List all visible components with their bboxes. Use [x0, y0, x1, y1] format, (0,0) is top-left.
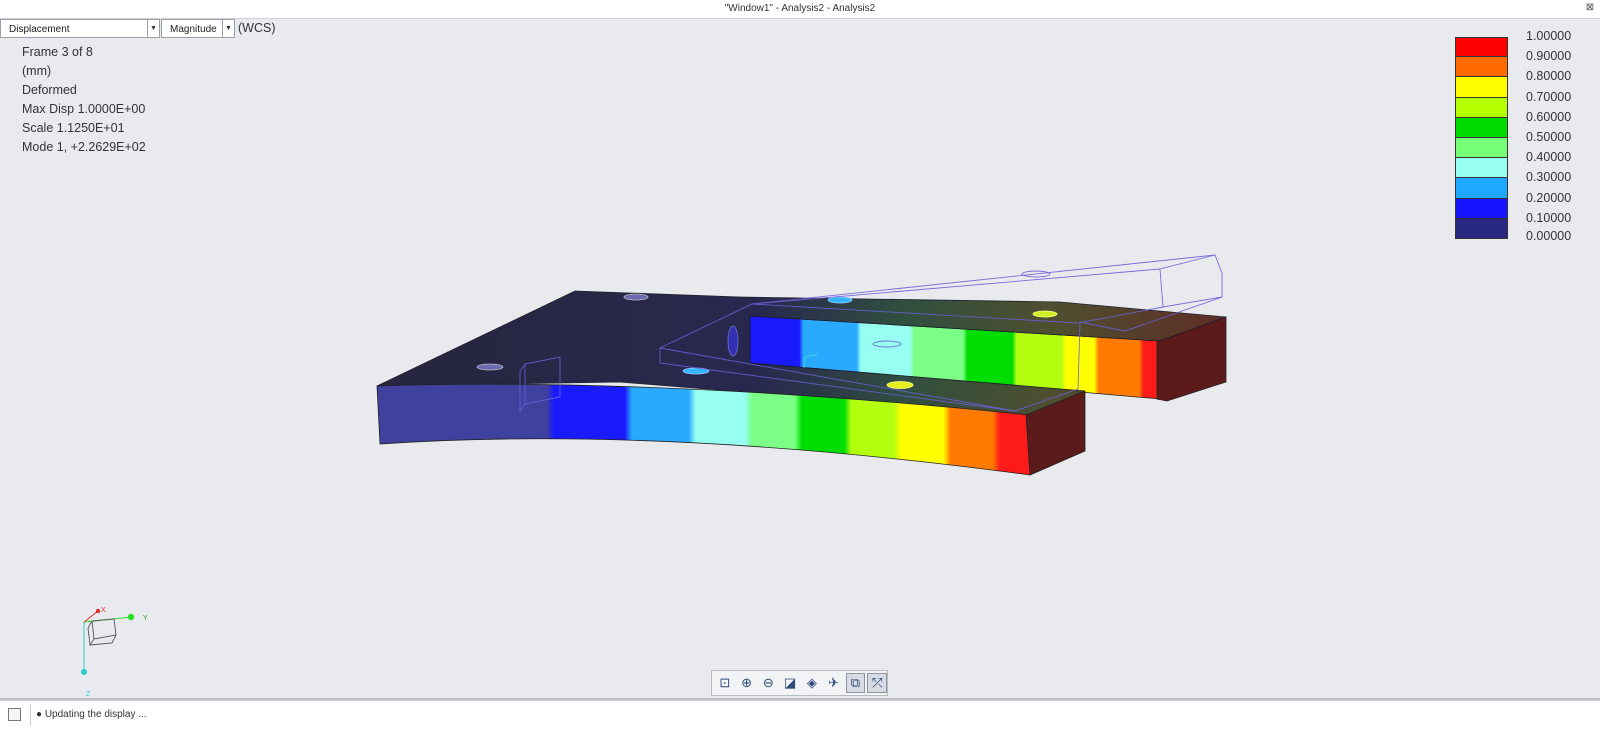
y-axis-label: Y	[143, 615, 148, 622]
view-orient-icon[interactable]: ◈	[802, 673, 822, 693]
hole	[886, 381, 914, 389]
hole	[827, 296, 853, 304]
graphics-viewport[interactable]: Displacement ▼ Magnitude ▼ (WCS) Frame 3…	[0, 19, 1600, 700]
z-axis-label: Z	[86, 691, 91, 698]
hole	[476, 363, 504, 371]
spin-center-icon[interactable]: ✈	[824, 673, 844, 693]
status-divider	[30, 704, 31, 726]
status-message: ● Updating the display ...	[36, 709, 147, 720]
message-log-checkbox[interactable]	[8, 708, 21, 721]
zoom-fit-icon[interactable]: ⊡	[715, 673, 735, 693]
csys-display-icon[interactable]: ⤱	[867, 673, 888, 693]
axis-triad: X Y Z	[81, 607, 148, 698]
shade-icon[interactable]: ◪	[780, 673, 800, 693]
datum-display-icon[interactable]: ⧉	[845, 673, 866, 693]
status-bar: ● Updating the display ...	[0, 700, 1600, 729]
window-titlebar: "Window1" - Analysis2 - Analysis2 ⊠	[0, 0, 1600, 19]
hole	[727, 325, 739, 357]
window-title: "Window1" - Analysis2 - Analysis2	[724, 3, 876, 14]
view-toolbar: ⊡ ⊕ ⊖ ◪ ◈ ✈ ⧉ ⤱	[711, 670, 888, 696]
x-axis-label: X	[101, 607, 106, 614]
zoom-in-icon[interactable]: ⊕	[737, 673, 757, 693]
fea-model[interactable]: X Y Z	[0, 19, 1600, 698]
hole	[623, 293, 649, 301]
zoom-out-icon[interactable]: ⊖	[759, 673, 779, 693]
close-icon[interactable]: ⊠	[1584, 2, 1596, 14]
hole	[1032, 310, 1058, 318]
